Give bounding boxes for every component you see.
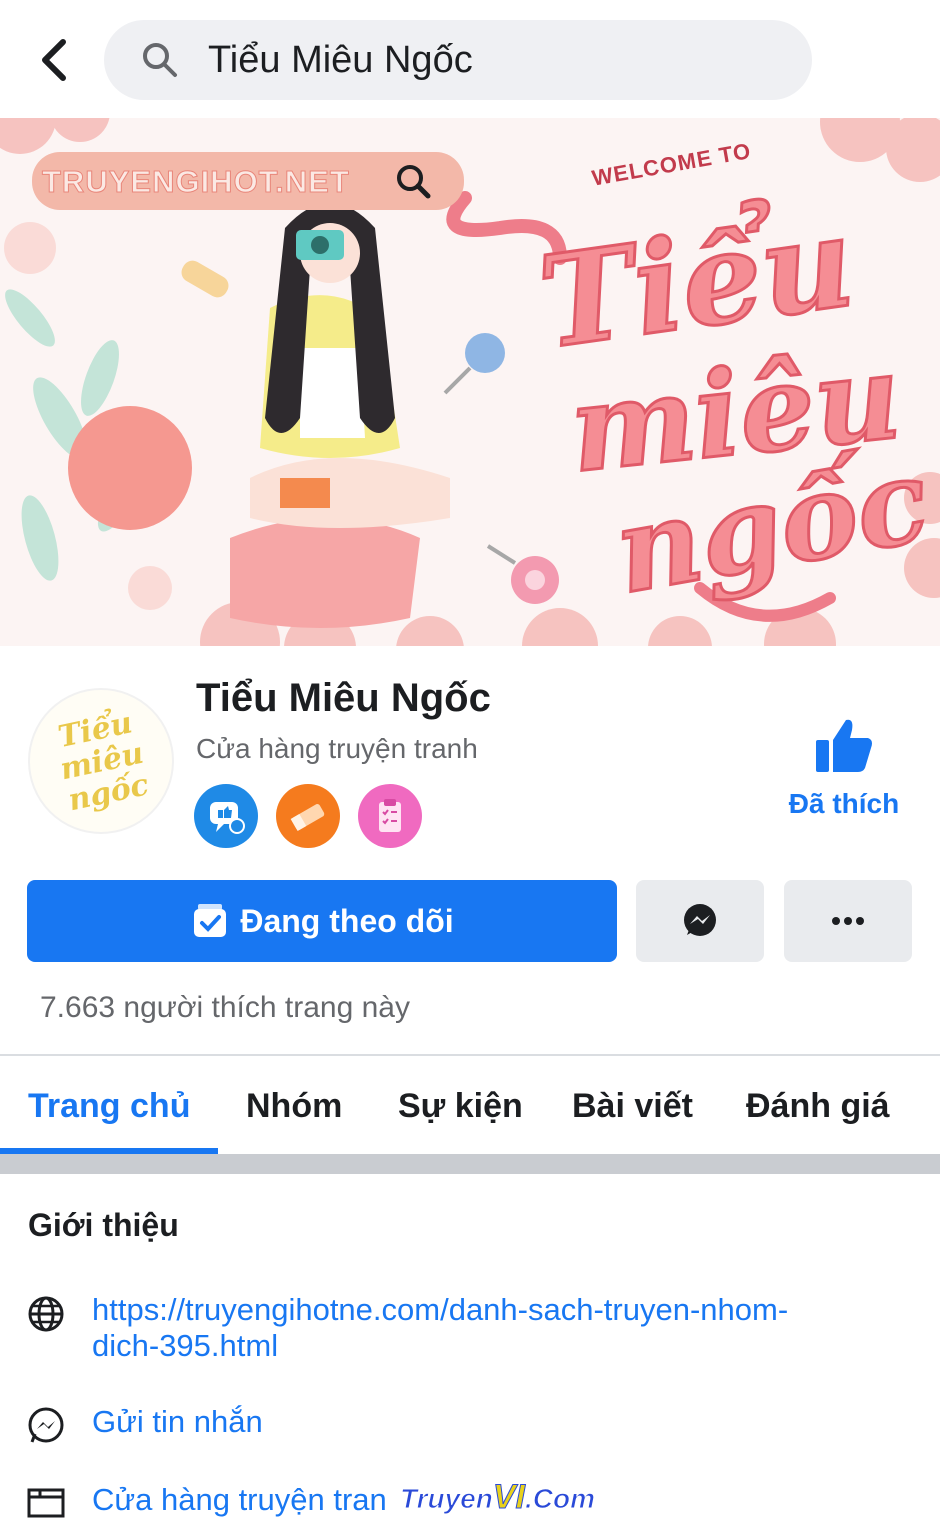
clipboard-icon [379,799,401,832]
messenger-icon [28,1407,64,1443]
watermark-suffix: .Com [524,1483,595,1515]
shop-icon [27,1488,65,1518]
top-bar: Tiểu Miêu Ngốc [0,0,940,118]
tab-groups[interactable]: Nhóm [246,1086,342,1126]
watermark-logo: TruyenVI.Com [400,1478,596,1517]
send-message-link[interactable]: Gửi tin nhắn [92,1404,892,1440]
watermark-prefix: Truyen [400,1483,494,1515]
avatar[interactable]: Tiểu miêu ngốc [28,688,174,834]
tab-reviews[interactable]: Đánh giá [746,1086,890,1126]
badge-responsive[interactable] [194,784,258,848]
tab-posts[interactable]: Bài viết [572,1086,693,1126]
website-link[interactable]: https://truyengihotne.com/danh-sach-truy… [92,1292,892,1364]
messenger-button[interactable] [636,880,764,962]
watermark-vi: VI [492,1478,525,1517]
search-icon [143,43,177,77]
cover-site-text: TRUYENGIHOT.NET [42,164,350,200]
website-link-line1: https://truyengihotne.com/danh-sach-truy… [92,1292,789,1327]
section-separator [0,1154,940,1174]
following-button[interactable]: Đang theo dõi [27,880,617,962]
more-options-button[interactable] [784,880,912,962]
liked-label: Đã thích [788,788,900,819]
follow-check-icon [194,904,227,937]
cover-photo[interactable]: TRUYENGIHOT.NET WELCOME TO Tiểu miêu ngố… [0,118,940,646]
tab-events[interactable]: Sự kiện [398,1086,523,1126]
intro-title: Giới thiệu [28,1207,179,1243]
tab-home[interactable]: Trang chủ [28,1086,190,1126]
search-input[interactable]: Tiểu Miêu Ngốc [104,20,812,100]
search-query: Tiểu Miêu Ngốc [208,39,473,81]
likes-count: 7.663 người thích trang này [40,991,410,1024]
page-category: Cửa hàng truyện tranh [196,733,478,764]
avatar-logo-text: Tiểu miêu ngốc [55,705,152,819]
thumbs-up-icon [816,719,872,772]
back-button[interactable] [30,34,78,86]
page-title: Tiểu Miêu Ngốc [196,676,491,720]
chat-like-icon [210,802,245,834]
messenger-icon [684,904,716,936]
globe-icon [28,1296,64,1332]
website-link-line2: dich-395.html [92,1328,279,1363]
pencil-icon [290,804,325,832]
search-icon [397,165,431,199]
chevron-left-icon [42,39,66,81]
following-label: Đang theo dõi [240,902,454,939]
liked-button[interactable]: Đã thích [784,716,904,820]
badge-creator[interactable] [276,784,340,848]
badge-checklist[interactable] [358,784,422,848]
more-dots-icon [832,917,864,925]
page-tabs: Trang chủ Nhóm Sự kiện Bài viết Đánh giá [0,1056,940,1154]
